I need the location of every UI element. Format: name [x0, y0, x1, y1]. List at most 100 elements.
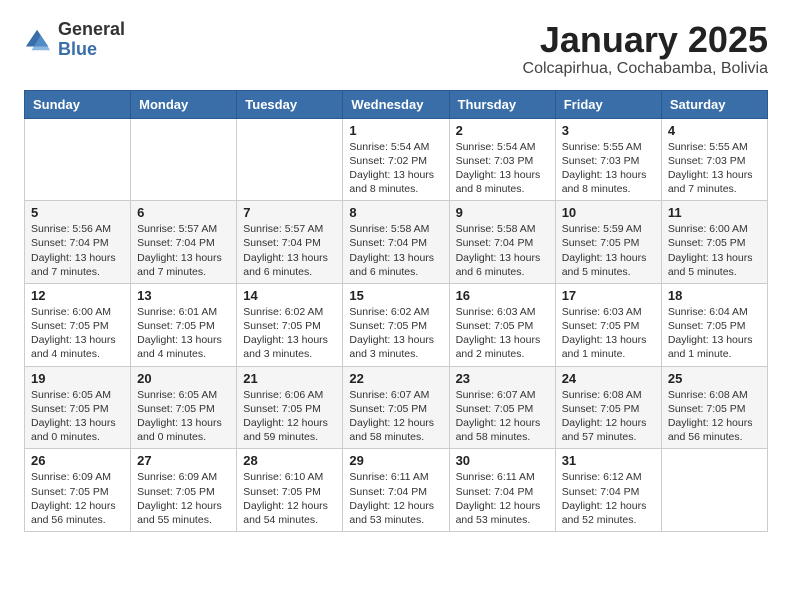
day-info: Sunrise: 5:59 AM Sunset: 7:05 PM Dayligh…	[562, 222, 655, 279]
calendar-cell	[131, 118, 237, 201]
day-info: Sunrise: 5:57 AM Sunset: 7:04 PM Dayligh…	[137, 222, 230, 279]
day-info: Sunrise: 6:03 AM Sunset: 7:05 PM Dayligh…	[562, 305, 655, 362]
day-info: Sunrise: 6:05 AM Sunset: 7:05 PM Dayligh…	[137, 388, 230, 445]
calendar-cell: 31Sunrise: 6:12 AM Sunset: 7:04 PM Dayli…	[555, 449, 661, 532]
calendar-cell: 28 Sunrise: 6:10 AM Sunset: 7:05 PM Dayli…	[237, 449, 343, 532]
calendar-cell: 13 Sunrise: 6:01 AM Sunset: 7:05 PM Dayli…	[131, 283, 237, 366]
month-title: January 2025	[523, 20, 768, 60]
day-number: 17	[562, 288, 655, 303]
header: General Blue January 2025 Colcapirhua, C…	[24, 20, 768, 78]
day-info: Sunrise: 5:54 AM Sunset: 7:02 PM Dayligh…	[349, 140, 442, 197]
day-number: 12	[31, 288, 124, 303]
day-of-week-header: Wednesday	[343, 90, 449, 118]
day-info: Sunrise: 5:58 AM Sunset: 7:04 PM Dayligh…	[456, 222, 549, 279]
day-number: 6	[137, 205, 230, 220]
calendar-cell: 9 Sunrise: 5:58 AM Sunset: 7:04 PM Daylig…	[449, 201, 555, 284]
day-number: 18	[668, 288, 761, 303]
day-number: 24	[562, 371, 655, 386]
calendar-week-row: 12 Sunrise: 6:00 AM Sunset: 7:05 PM Dayli…	[25, 283, 768, 366]
day-number: 26	[31, 453, 124, 468]
day-number: 13	[137, 288, 230, 303]
calendar-week-row: 5Sunrise: 5:56 AM Sunset: 7:04 PM Daylig…	[25, 201, 768, 284]
calendar-cell: 8 Sunrise: 5:58 AM Sunset: 7:04 PM Daylig…	[343, 201, 449, 284]
day-info: Sunrise: 5:58 AM Sunset: 7:04 PM Dayligh…	[349, 222, 442, 279]
calendar-cell: 18 Sunrise: 6:04 AM Sunset: 7:05 PM Dayli…	[661, 283, 767, 366]
day-info: Sunrise: 6:04 AM Sunset: 7:05 PM Dayligh…	[668, 305, 761, 362]
calendar-cell: 7Sunrise: 5:57 AM Sunset: 7:04 PM Daylig…	[237, 201, 343, 284]
calendar-cell: 10 Sunrise: 5:59 AM Sunset: 7:05 PM Dayli…	[555, 201, 661, 284]
calendar-cell: 15 Sunrise: 6:02 AM Sunset: 7:05 PM Dayli…	[343, 283, 449, 366]
day-info: Sunrise: 6:00 AM Sunset: 7:05 PM Dayligh…	[31, 305, 124, 362]
calendar-cell: 23Sunrise: 6:07 AM Sunset: 7:05 PM Dayli…	[449, 366, 555, 449]
day-of-week-header: Friday	[555, 90, 661, 118]
calendar-cell: 29 Sunrise: 6:11 AM Sunset: 7:04 PM Dayli…	[343, 449, 449, 532]
day-info: Sunrise: 6:01 AM Sunset: 7:05 PM Dayligh…	[137, 305, 230, 362]
day-of-week-header: Sunday	[25, 90, 131, 118]
day-of-week-header: Tuesday	[237, 90, 343, 118]
day-number: 27	[137, 453, 230, 468]
day-info: Sunrise: 6:07 AM Sunset: 7:05 PM Dayligh…	[349, 388, 442, 445]
calendar-cell: 27 Sunrise: 6:09 AM Sunset: 7:05 PM Dayli…	[131, 449, 237, 532]
calendar-cell: 16Sunrise: 6:03 AM Sunset: 7:05 PM Dayli…	[449, 283, 555, 366]
calendar-week-row: 1 Sunrise: 5:54 AM Sunset: 7:02 PM Daylig…	[25, 118, 768, 201]
day-of-week-header: Monday	[131, 90, 237, 118]
logo-text: General Blue	[58, 20, 125, 60]
calendar-cell: 4 Sunrise: 5:55 AM Sunset: 7:03 PM Daylig…	[661, 118, 767, 201]
day-number: 10	[562, 205, 655, 220]
day-info: Sunrise: 5:56 AM Sunset: 7:04 PM Dayligh…	[31, 222, 124, 279]
title-block: January 2025 Colcapirhua, Cochabamba, Bo…	[523, 20, 768, 78]
day-info: Sunrise: 6:11 AM Sunset: 7:04 PM Dayligh…	[349, 470, 442, 527]
day-info: Sunrise: 5:55 AM Sunset: 7:03 PM Dayligh…	[562, 140, 655, 197]
day-info: Sunrise: 5:57 AM Sunset: 7:04 PM Dayligh…	[243, 222, 336, 279]
day-number: 8	[349, 205, 442, 220]
day-number: 21	[243, 371, 336, 386]
day-info: Sunrise: 5:55 AM Sunset: 7:03 PM Dayligh…	[668, 140, 761, 197]
day-number: 9	[456, 205, 549, 220]
calendar-cell: 6 Sunrise: 5:57 AM Sunset: 7:04 PM Daylig…	[131, 201, 237, 284]
calendar-cell: 30Sunrise: 6:11 AM Sunset: 7:04 PM Dayli…	[449, 449, 555, 532]
day-number: 3	[562, 123, 655, 138]
calendar-cell: 12 Sunrise: 6:00 AM Sunset: 7:05 PM Dayli…	[25, 283, 131, 366]
day-number: 28	[243, 453, 336, 468]
day-number: 29	[349, 453, 442, 468]
calendar-cell: 5Sunrise: 5:56 AM Sunset: 7:04 PM Daylig…	[25, 201, 131, 284]
calendar-cell: 19 Sunrise: 6:05 AM Sunset: 7:05 PM Dayli…	[25, 366, 131, 449]
calendar-cell: 17 Sunrise: 6:03 AM Sunset: 7:05 PM Dayli…	[555, 283, 661, 366]
day-info: Sunrise: 6:05 AM Sunset: 7:05 PM Dayligh…	[31, 388, 124, 445]
calendar-cell: 21Sunrise: 6:06 AM Sunset: 7:05 PM Dayli…	[237, 366, 343, 449]
logo-icon	[24, 26, 52, 54]
calendar-cell: 1 Sunrise: 5:54 AM Sunset: 7:02 PM Daylig…	[343, 118, 449, 201]
day-number: 20	[137, 371, 230, 386]
calendar-cell: 26Sunrise: 6:09 AM Sunset: 7:05 PM Dayli…	[25, 449, 131, 532]
calendar-table: SundayMondayTuesdayWednesdayThursdayFrid…	[24, 90, 768, 532]
day-info: Sunrise: 6:00 AM Sunset: 7:05 PM Dayligh…	[668, 222, 761, 279]
day-number: 2	[456, 123, 549, 138]
day-info: Sunrise: 6:08 AM Sunset: 7:05 PM Dayligh…	[668, 388, 761, 445]
calendar-cell: 3 Sunrise: 5:55 AM Sunset: 7:03 PM Daylig…	[555, 118, 661, 201]
calendar-cell	[661, 449, 767, 532]
calendar-cell: 25 Sunrise: 6:08 AM Sunset: 7:05 PM Dayli…	[661, 366, 767, 449]
day-number: 4	[668, 123, 761, 138]
day-number: 19	[31, 371, 124, 386]
day-number: 25	[668, 371, 761, 386]
logo: General Blue	[24, 20, 125, 60]
calendar-cell: 11 Sunrise: 6:00 AM Sunset: 7:05 PM Dayli…	[661, 201, 767, 284]
day-number: 1	[349, 123, 442, 138]
calendar-week-row: 26 Sunrise: 6:09 AM Sunset: 7:05 PM Dayli…	[25, 449, 768, 532]
calendar-cell: 20 Sunrise: 6:05 AM Sunset: 7:05 PM Dayli…	[131, 366, 237, 449]
calendar-header-row: SundayMondayTuesdayWednesdayThursdayFrid…	[25, 90, 768, 118]
day-number: 11	[668, 205, 761, 220]
day-of-week-header: Saturday	[661, 90, 767, 118]
day-number: 15	[349, 288, 442, 303]
calendar-cell: 24Sunrise: 6:08 AM Sunset: 7:05 PM Dayli…	[555, 366, 661, 449]
day-info: Sunrise: 6:11 AM Sunset: 7:04 PM Dayligh…	[456, 470, 549, 527]
day-info: Sunrise: 6:02 AM Sunset: 7:05 PM Dayligh…	[349, 305, 442, 362]
calendar-cell: 22Sunrise: 6:07 AM Sunset: 7:05 PM Dayli…	[343, 366, 449, 449]
day-info: Sunrise: 6:10 AM Sunset: 7:05 PM Dayligh…	[243, 470, 336, 527]
calendar-cell	[237, 118, 343, 201]
day-number: 23	[456, 371, 549, 386]
day-number: 14	[243, 288, 336, 303]
page-container: General Blue January 2025 Colcapirhua, C…	[0, 0, 792, 552]
calendar-cell: 2Sunrise: 5:54 AM Sunset: 7:03 PM Daylig…	[449, 118, 555, 201]
day-info: Sunrise: 6:09 AM Sunset: 7:05 PM Dayligh…	[137, 470, 230, 527]
